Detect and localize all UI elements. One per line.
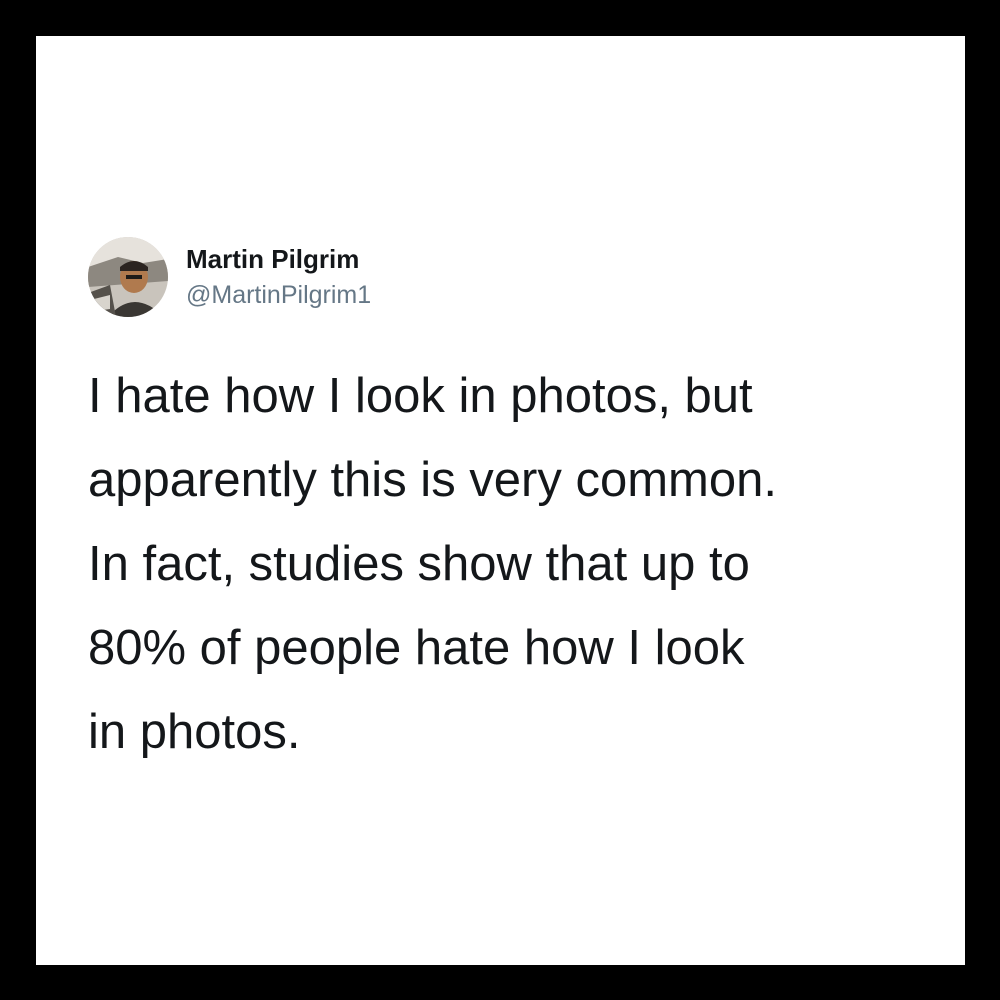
tweet-card: Martin Pilgrim @MartinPilgrim1 I hate ho… — [36, 36, 965, 965]
tweet-text-line: apparently this is very common. — [88, 453, 777, 507]
tweet-text-line: I hate how I look in photos, but — [88, 369, 753, 423]
tweet-text: I hate how I look in photos, but apparen… — [88, 354, 928, 774]
avatar[interactable] — [88, 237, 168, 317]
avatar-photo-icon — [88, 237, 168, 317]
tweet-text-line: in photos. — [88, 705, 301, 759]
display-name[interactable]: Martin Pilgrim — [186, 243, 371, 275]
user-handle[interactable]: @MartinPilgrim1 — [186, 279, 371, 311]
author-info: Martin Pilgrim @MartinPilgrim1 — [186, 243, 371, 311]
tweet-text-line: In fact, studies show that up to — [88, 537, 750, 591]
tweet-text-line: 80% of people hate how I look — [88, 621, 745, 675]
tweet-header: Martin Pilgrim @MartinPilgrim1 — [88, 236, 371, 318]
